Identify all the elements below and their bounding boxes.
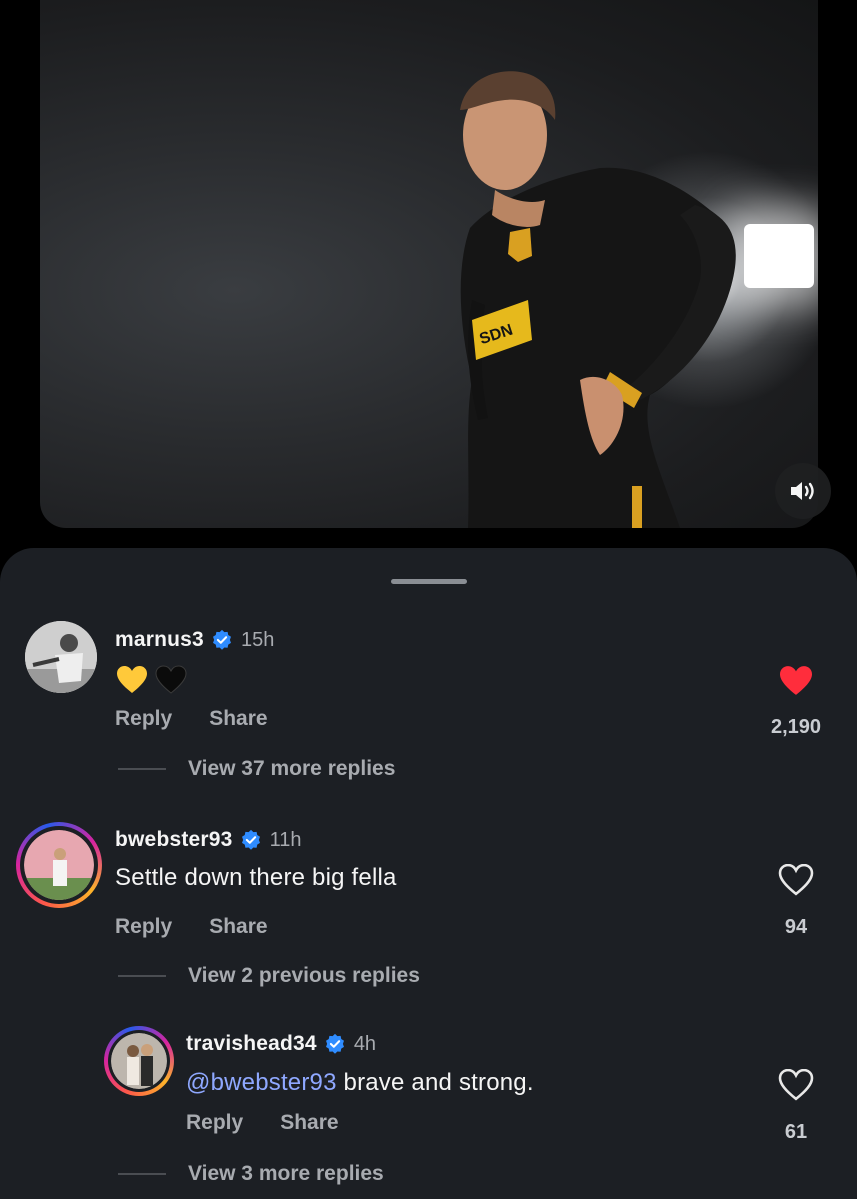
share-button[interactable]: Share	[280, 1111, 338, 1135]
view-more-label[interactable]: View 2 previous replies	[188, 964, 420, 988]
avatar-photo	[111, 1033, 167, 1089]
comment-username[interactable]: travishead34	[186, 1032, 317, 1056]
sound-toggle-button[interactable]	[775, 463, 831, 519]
comment-text: Settle down there big fella	[115, 864, 397, 891]
sheet-drag-handle[interactable]	[391, 579, 467, 584]
like-button[interactable]	[766, 863, 826, 901]
heart-filled-icon	[780, 666, 812, 695]
reply-button[interactable]: Reply	[115, 707, 172, 731]
thread-line	[118, 975, 166, 977]
thread-line	[118, 768, 166, 770]
mention-link[interactable]: @bwebster93	[186, 1069, 337, 1096]
comment-username[interactable]: bwebster93	[115, 828, 233, 852]
view-more-replies[interactable]: View 3 more replies	[118, 1162, 384, 1186]
view-previous-replies[interactable]: View 2 previous replies	[118, 964, 420, 988]
yellow-heart-icon	[117, 666, 147, 693]
comment-text: @bwebster93 brave and strong.	[186, 1069, 534, 1097]
view-more-label[interactable]: View 37 more replies	[188, 757, 395, 781]
comment-text-body: brave and strong.	[336, 1069, 534, 1096]
comment-time: 11h	[269, 828, 302, 851]
reply-button[interactable]: Reply	[186, 1111, 243, 1135]
comment-time: 4h	[353, 1032, 377, 1055]
share-button[interactable]: Share	[209, 915, 267, 939]
verified-badge-icon	[241, 829, 260, 850]
speaker-wave-icon	[791, 482, 814, 500]
share-button[interactable]: Share	[209, 707, 267, 731]
black-heart-icon	[155, 665, 187, 694]
like-count: 2,190	[770, 716, 822, 738]
view-more-replies[interactable]: View 37 more replies	[118, 757, 395, 781]
comment-time: 15h	[240, 628, 275, 651]
comments-sheet: marnus3 15h Reply Share 2,190 View 37 mo…	[0, 548, 857, 1199]
like-button[interactable]	[766, 1068, 826, 1106]
thread-line	[118, 1173, 166, 1175]
like-button[interactable]	[766, 665, 826, 702]
like-count: 61	[784, 1121, 808, 1143]
avatar[interactable]	[25, 621, 97, 693]
avatar[interactable]	[16, 822, 102, 908]
comment-username[interactable]: marnus3	[115, 628, 204, 652]
verified-badge-icon	[325, 1033, 344, 1054]
video-player[interactable]: SDN	[40, 0, 818, 528]
view-more-label[interactable]: View 3 more replies	[188, 1162, 384, 1186]
verified-badge-icon	[212, 629, 231, 650]
comment-emoji-text	[116, 665, 187, 695]
reply-button[interactable]: Reply	[115, 915, 172, 939]
avatar[interactable]	[104, 1026, 174, 1096]
avatar-photo	[24, 830, 94, 900]
like-count: 94	[784, 916, 808, 938]
cricketer-figure: SDN	[460, 71, 736, 528]
heart-outline-icon	[778, 1068, 814, 1101]
heart-outline-icon	[778, 863, 814, 896]
